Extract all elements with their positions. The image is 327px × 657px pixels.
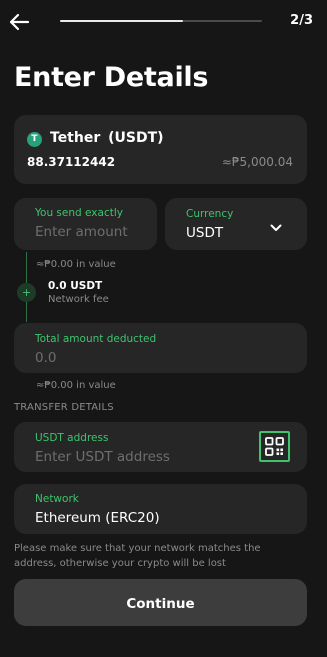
address-field[interactable]: USDT address Enter USDT address	[14, 422, 307, 472]
currency-value: USDT	[186, 225, 224, 241]
chevron-down-icon	[270, 217, 282, 231]
send-amount-field[interactable]: You send exactly Enter amount	[14, 198, 157, 250]
tether-icon: T	[27, 132, 42, 147]
currency-select[interactable]: Currency USDT	[165, 198, 307, 250]
back-arrow-icon[interactable]	[8, 12, 30, 32]
network-label: Network	[35, 493, 79, 505]
currency-label: Currency	[186, 208, 234, 220]
continue-button[interactable]: Continue	[14, 579, 307, 626]
asset-card: T Tether (USDT) 88.37112442 ≈₱5,000.04	[14, 115, 307, 184]
plus-icon: +	[17, 283, 36, 302]
transfer-details-heading: TRANSFER DETAILS	[14, 402, 114, 413]
value-note-total: ≈₱0.00 in value	[36, 380, 116, 391]
progress-fill	[60, 20, 184, 22]
network-warning: Please make sure that your network match…	[14, 543, 261, 569]
total-deducted-field: Total amount deducted 0.0	[14, 323, 307, 373]
qr-code-icon	[265, 437, 284, 456]
network-fee-label: Network fee	[48, 294, 109, 305]
asset-symbol: (USDT)	[108, 130, 164, 146]
asset-fiat-value: ≈₱5,000.04	[221, 155, 293, 169]
page-title: Enter Details	[14, 62, 209, 93]
progress-track	[60, 20, 262, 22]
address-input[interactable]: Enter USDT address	[35, 449, 170, 465]
step-indicator: 2/3	[290, 13, 313, 28]
network-select[interactable]: Network Ethereum (ERC20)	[14, 484, 307, 534]
asset-balance: 88.37112442	[27, 155, 116, 169]
value-note-send: ≈₱0.00 in value	[36, 259, 116, 270]
total-deducted-value: 0.0	[35, 350, 57, 366]
network-fee-amount: 0.0 USDT	[48, 280, 103, 292]
asset-name-row: Tether (USDT)	[50, 130, 164, 146]
continue-label: Continue	[126, 596, 195, 612]
send-amount-label: You send exactly	[35, 207, 123, 219]
total-deducted-label: Total amount deducted	[35, 333, 157, 345]
address-label: USDT address	[35, 432, 109, 444]
asset-name: Tether	[50, 130, 101, 146]
network-value: Ethereum (ERC20)	[35, 510, 160, 526]
send-amount-input[interactable]: Enter amount	[35, 224, 128, 240]
qr-scan-button[interactable]	[259, 431, 290, 462]
